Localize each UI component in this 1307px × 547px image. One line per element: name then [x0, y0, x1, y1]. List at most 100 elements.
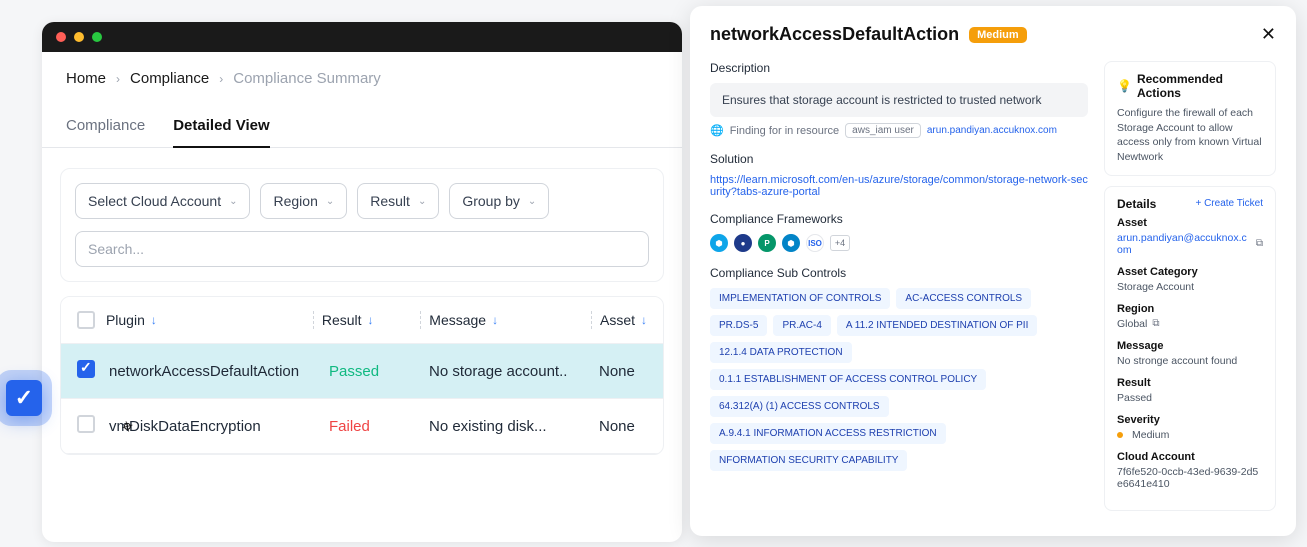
copy-icon[interactable]: ⧉ [1256, 238, 1263, 249]
col-plugin[interactable]: Plugin ↓ [106, 312, 305, 328]
description-label: Description [710, 61, 1088, 75]
detail-panel: networkAccessDefaultAction Medium ✕ Desc… [690, 6, 1296, 536]
breadcrumb-compliance[interactable]: Compliance [130, 70, 209, 87]
cell-plugin: networkAccessDefaultAction [109, 363, 329, 380]
detail-severity-value: Medium [1117, 429, 1263, 441]
cell-plugin: vmDiskDataEncryption [109, 418, 329, 435]
window-minimize[interactable] [74, 32, 84, 42]
table-row[interactable]: vmDiskDataEncryption Failed No existing … [61, 399, 663, 454]
col-label: Message [429, 312, 486, 328]
bulb-icon: 💡 [1117, 79, 1132, 93]
chevron-down-icon: ⌄ [229, 196, 237, 207]
select-cloud-account[interactable]: Select Cloud Account ⌄ [75, 183, 250, 219]
col-result[interactable]: Result ↓ [322, 312, 412, 328]
col-label: Asset [600, 312, 635, 328]
detail-message-value: No stronge account found [1117, 355, 1263, 367]
cell-asset: None [599, 418, 647, 435]
col-message[interactable]: Message ↓ [429, 312, 583, 328]
detail-cloud-label: Cloud Account [1117, 451, 1263, 463]
col-asset[interactable]: Asset ↓ [600, 312, 647, 328]
tab-detailed-view[interactable]: Detailed View [173, 105, 269, 148]
framework-icon: ⬢ [710, 234, 728, 252]
framework-icon: ⬢ [782, 234, 800, 252]
sort-icon: ↓ [492, 313, 498, 327]
table-header: Plugin ↓ Result ↓ Message ↓ Asset ↓ [61, 297, 663, 344]
subcontrol-chip[interactable]: 0.1.1 ESTABLISHMENT OF ACCESS CONTROL PO… [710, 369, 986, 390]
detail-region-value: Global [1117, 318, 1147, 330]
select-all-checkbox[interactable] [77, 311, 106, 329]
detail-result-label: Result [1117, 377, 1263, 389]
details-card: Details + Create Ticket Asset arun.pandi… [1104, 186, 1276, 511]
select-label: Region [273, 193, 317, 209]
detail-region-label: Region [1117, 303, 1263, 315]
row-checkbox[interactable] [77, 360, 109, 382]
panel-header: networkAccessDefaultAction Medium ✕ [710, 24, 1276, 45]
cell-message: No existing disk... [429, 418, 599, 435]
finding-prefix: Finding for in resource [730, 125, 839, 137]
detail-category-value: Storage Account [1117, 281, 1263, 293]
select-label: Group by [462, 193, 520, 209]
resource-link[interactable]: arun.pandiyan.accuknox.com [927, 125, 1057, 136]
subcontrol-chip[interactable]: A.9.4.1 INFORMATION ACCESS RESTRICTION [710, 423, 946, 444]
recommended-actions-card: 💡 Recommended Actions Configure the fire… [1104, 61, 1276, 176]
sort-icon: ↓ [641, 313, 647, 327]
detail-asset-value[interactable]: arun.pandiyan@accuknox.com [1117, 232, 1251, 256]
select-label: Result [370, 193, 410, 209]
subcontrol-chip[interactable]: NFORMATION SECURITY CAPABILITY [710, 450, 907, 471]
recommended-title: Recommended Actions [1137, 72, 1263, 100]
table-body: networkAccessDefaultAction Passed No sto… [61, 344, 663, 454]
framework-icon: ISO [806, 234, 824, 252]
content-area: Home › Compliance › Compliance Summary C… [42, 52, 682, 455]
search-input[interactable] [75, 231, 649, 267]
copy-icon[interactable]: ⧉ [1152, 318, 1159, 329]
select-result[interactable]: Result ⌄ [357, 183, 439, 219]
subcontrol-chip[interactable]: 12.1.4 DATA PROTECTION [710, 342, 852, 363]
subcontrol-chip[interactable]: PR.AC-4 [773, 315, 830, 336]
breadcrumb-home[interactable]: Home [66, 70, 106, 87]
column-divider[interactable] [313, 311, 314, 329]
results-table: Plugin ↓ Result ↓ Message ↓ Asset ↓ [60, 296, 664, 455]
subcontrol-chip[interactable]: PR.DS-5 [710, 315, 767, 336]
sort-icon: ↓ [368, 313, 374, 327]
severity-text: Medium [1132, 429, 1169, 441]
chevron-right-icon: › [219, 72, 223, 86]
column-divider[interactable] [420, 311, 421, 329]
framework-icon: ● [734, 234, 752, 252]
detail-cloud-value: 7f6fe520-0ccb-43ed-9639-2d5e6641e410 [1117, 466, 1263, 490]
panel-title: networkAccessDefaultAction [710, 24, 959, 45]
titlebar [42, 22, 682, 52]
panel-main: Description Ensures that storage account… [710, 61, 1088, 521]
floating-checkbox-highlight [6, 380, 42, 416]
col-label: Result [322, 312, 362, 328]
panel-sidebar: 💡 Recommended Actions Configure the fire… [1104, 61, 1276, 521]
window-maximize[interactable] [92, 32, 102, 42]
select-group-by[interactable]: Group by ⌄ [449, 183, 549, 219]
create-ticket-link[interactable]: + Create Ticket [1195, 198, 1263, 209]
select-region[interactable]: Region ⌄ [260, 183, 347, 219]
globe-icon: 🌐 [710, 124, 724, 137]
row-checkbox[interactable] [77, 415, 109, 437]
subcontrol-chip[interactable]: IMPLEMENTATION OF CONTROLS [710, 288, 890, 309]
subcontrols-label: Compliance Sub Controls [710, 266, 1088, 280]
cell-message: No storage account.. [429, 363, 599, 380]
solution-link[interactable]: https://learn.microsoft.com/en-us/azure/… [710, 174, 1088, 198]
frameworks-more[interactable]: +4 [830, 235, 850, 251]
detail-message-label: Message [1117, 340, 1263, 352]
details-title: Details [1117, 197, 1156, 211]
column-divider[interactable] [591, 311, 592, 329]
subcontrol-chip[interactable]: AC-ACCESS CONTROLS [896, 288, 1031, 309]
table-row[interactable]: networkAccessDefaultAction Passed No sto… [61, 344, 663, 399]
framework-icons: ⬢ ● P ⬢ ISO +4 [710, 234, 1088, 252]
cell-asset: None [599, 363, 647, 380]
subcontrol-chip[interactable]: 64.312(A) (1) ACCESS CONTROLS [710, 396, 889, 417]
subcontrol-chip[interactable]: A 11.2 INTENDED DESTINATION OF PII [837, 315, 1037, 336]
window-close[interactable] [56, 32, 66, 42]
close-button[interactable]: ✕ [1261, 24, 1276, 45]
tabs: Compliance Detailed View [42, 105, 682, 148]
filters-card: Select Cloud Account ⌄ Region ⌄ Result ⌄… [60, 168, 664, 282]
col-label: Plugin [106, 312, 145, 328]
cell-result: Passed [329, 363, 429, 380]
main-window: Home › Compliance › Compliance Summary C… [42, 22, 682, 542]
subcontrols-chips: IMPLEMENTATION OF CONTROLS AC-ACCESS CON… [710, 288, 1088, 471]
tab-compliance[interactable]: Compliance [66, 105, 145, 147]
